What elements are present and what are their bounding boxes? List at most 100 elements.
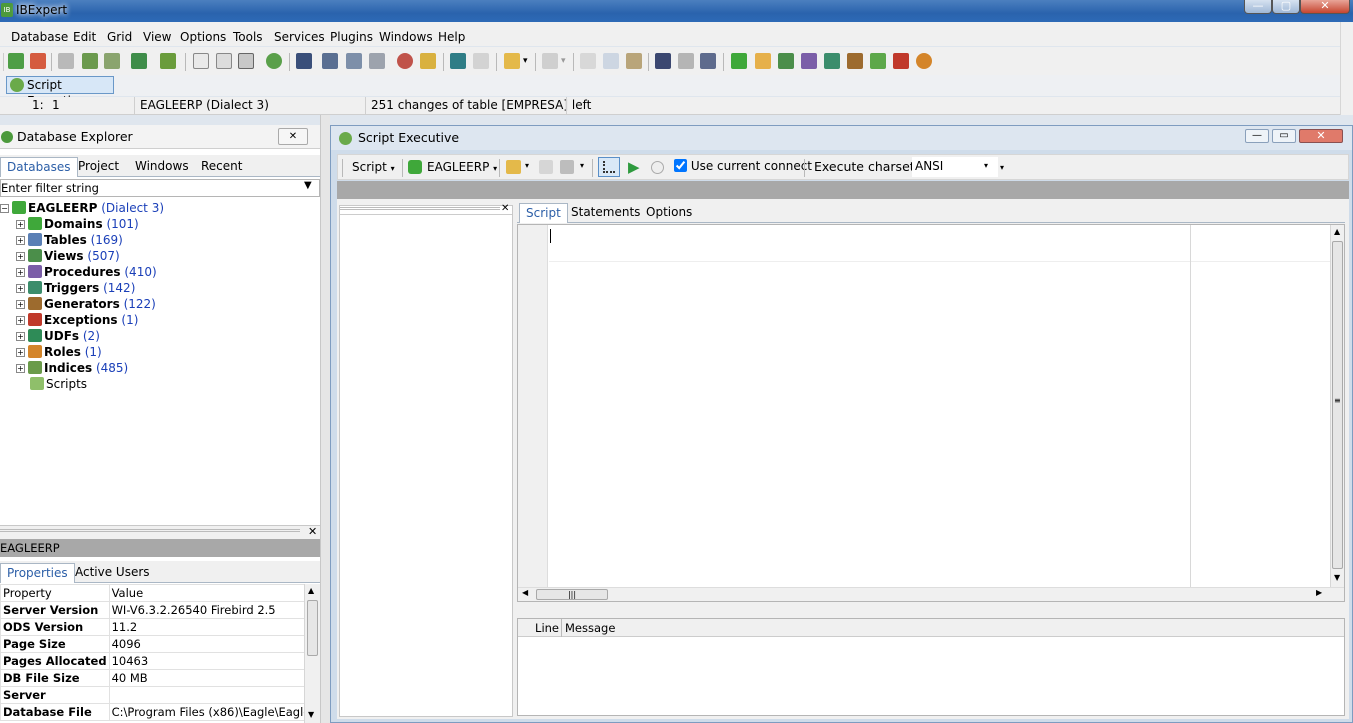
tree-node-tables[interactable]: + Tables (169)	[0, 232, 320, 248]
stop-icon[interactable]	[651, 161, 664, 174]
scroll-left-icon[interactable]: ◀	[522, 588, 528, 597]
tree-root-eagleerp[interactable]: − EAGLEERP (Dialect 3)	[0, 200, 320, 216]
new-role-icon[interactable]	[916, 53, 932, 69]
save-script-icon[interactable]	[539, 160, 553, 174]
scroll-up-icon[interactable]: ▲	[1334, 227, 1340, 236]
new-trigger-icon[interactable]	[824, 53, 840, 69]
exit-icon[interactable]	[160, 53, 176, 69]
next-window-icon[interactable]	[473, 53, 489, 69]
menu-options[interactable]: Options	[180, 30, 226, 44]
tab-windows[interactable]: Windows	[129, 157, 195, 177]
menu-plugins[interactable]: Plugins	[330, 30, 373, 44]
tree-node-roles[interactable]: + Roles (1)	[0, 344, 320, 360]
table-row[interactable]: Pages Allocated 10463	[0, 652, 320, 670]
child-restore-button[interactable]: ▭	[1272, 129, 1296, 143]
scroll-thumb[interactable]: |||	[536, 589, 608, 600]
tab-options[interactable]: Options	[640, 203, 698, 223]
register-database-icon[interactable]	[8, 53, 24, 69]
paste-icon[interactable]	[626, 53, 642, 69]
window-tab-script-executive[interactable]: Script Executive	[6, 76, 114, 108]
menu-windows[interactable]: Windows	[379, 30, 433, 44]
use-current-connect-option[interactable]: Use current connect	[674, 159, 812, 173]
chevron-down-icon[interactable]: ▾	[580, 161, 584, 170]
new-script-icon[interactable]	[216, 53, 232, 69]
tree-node-views[interactable]: + Views (507)	[0, 248, 320, 264]
sql-monitor-icon[interactable]	[450, 53, 466, 69]
menu-help[interactable]: Help	[438, 30, 465, 44]
open-script-icon[interactable]	[506, 160, 521, 174]
tab-recent[interactable]: Recent	[195, 157, 248, 177]
copy-object-icon[interactable]	[238, 53, 254, 69]
new-exception-icon[interactable]	[870, 53, 886, 69]
table-row[interactable]: DB File Size 40 MB	[0, 669, 320, 687]
tree-node-triggers[interactable]: + Triggers (142)	[0, 280, 320, 296]
scroll-down-icon[interactable]: ▼	[1334, 573, 1340, 582]
scroll-thumb[interactable]: ≡	[1332, 241, 1343, 569]
column-header-value[interactable]: Value	[108, 584, 320, 602]
expand-icon[interactable]: +	[16, 236, 25, 245]
tree-node-indices[interactable]: + Indices (485)	[0, 360, 320, 376]
menu-services[interactable]: Services	[274, 30, 325, 44]
statements-tree-toggle-icon[interactable]	[598, 157, 620, 177]
tab-script[interactable]: Script	[519, 203, 568, 223]
tree-node-udfs[interactable]: + UDFs (2)	[0, 328, 320, 344]
menu-database[interactable]: Database	[11, 30, 68, 44]
new-sql-icon[interactable]	[193, 53, 209, 69]
menu-edit[interactable]: Edit	[73, 30, 96, 44]
compare-icon[interactable]	[322, 53, 338, 69]
new-table-icon[interactable]	[755, 53, 771, 69]
open-folder-icon[interactable]	[504, 53, 520, 69]
panel-splitter[interactable]: ✕	[0, 525, 320, 539]
tree-node-scripts[interactable]: Scripts	[0, 376, 320, 392]
expand-icon[interactable]: +	[16, 252, 25, 261]
filter-combobox[interactable]: Enter filter string ▼	[0, 179, 320, 197]
scroll-thumb[interactable]	[307, 600, 318, 656]
user-manager-icon[interactable]	[397, 53, 413, 69]
column-header-property[interactable]: Property	[0, 584, 110, 602]
close-button[interactable]: ✕	[1300, 0, 1350, 14]
use-current-connect-checkbox[interactable]	[674, 159, 687, 172]
tree-node-domains[interactable]: + Domains (101)	[0, 216, 320, 232]
script-editor[interactable]: ▲ ≡ ▼ ◀ ||| ▶	[517, 224, 1345, 602]
table-row[interactable]: Page Size 4096	[0, 635, 320, 653]
reconnect-icon[interactable]	[82, 53, 98, 69]
print-script-icon[interactable]	[560, 160, 574, 174]
tab-project[interactable]: Project	[72, 157, 125, 177]
close-icon[interactable]: ✕	[501, 203, 509, 214]
cut-icon[interactable]	[580, 53, 596, 69]
table-row[interactable]: Database File C:\Program Files (x86)\Eagl…	[0, 703, 320, 721]
find-icon[interactable]	[655, 53, 671, 69]
connect-icon[interactable]	[58, 53, 74, 69]
database-properties-icon[interactable]	[131, 53, 147, 69]
script-menu-button[interactable]: Script ▾	[352, 160, 395, 174]
menu-tools[interactable]: Tools	[233, 30, 263, 44]
tab-active-users[interactable]: Active Users	[69, 563, 156, 583]
print-icon[interactable]	[369, 53, 385, 69]
chevron-down-icon[interactable]: ▾	[523, 56, 528, 66]
tab-properties[interactable]: Properties	[0, 563, 75, 583]
refresh-icon[interactable]	[266, 53, 282, 69]
expand-icon[interactable]: +	[16, 220, 25, 229]
expand-icon[interactable]: +	[16, 268, 25, 277]
save-icon[interactable]	[542, 53, 558, 69]
table-row[interactable]: Server	[0, 686, 320, 704]
tab-statements[interactable]: Statements	[565, 203, 646, 223]
menu-grid[interactable]: Grid	[107, 30, 132, 44]
collapse-icon[interactable]: −	[0, 204, 9, 213]
search-metadata-icon[interactable]	[296, 53, 312, 69]
child-minimize-button[interactable]: —	[1245, 129, 1269, 143]
tree-node-procedures[interactable]: + Procedures (410)	[0, 264, 320, 280]
scroll-up-icon[interactable]: ▲	[308, 586, 314, 595]
maximize-button[interactable]: ▢	[1272, 0, 1300, 14]
toolbar-overflow-icon[interactable]: ▾	[1000, 163, 1004, 172]
chevron-down-icon[interactable]: ▾	[561, 56, 566, 66]
minimize-button[interactable]: —	[1244, 0, 1272, 14]
run-script-icon[interactable]: ▶	[628, 158, 640, 176]
export-icon[interactable]	[346, 53, 362, 69]
expand-icon[interactable]: +	[16, 364, 25, 373]
expand-icon[interactable]: +	[16, 316, 25, 325]
unregister-database-icon[interactable]	[30, 53, 46, 69]
replace-icon[interactable]	[700, 53, 716, 69]
column-header-message[interactable]: Message	[565, 619, 615, 637]
tab-databases[interactable]: Databases	[0, 157, 78, 177]
